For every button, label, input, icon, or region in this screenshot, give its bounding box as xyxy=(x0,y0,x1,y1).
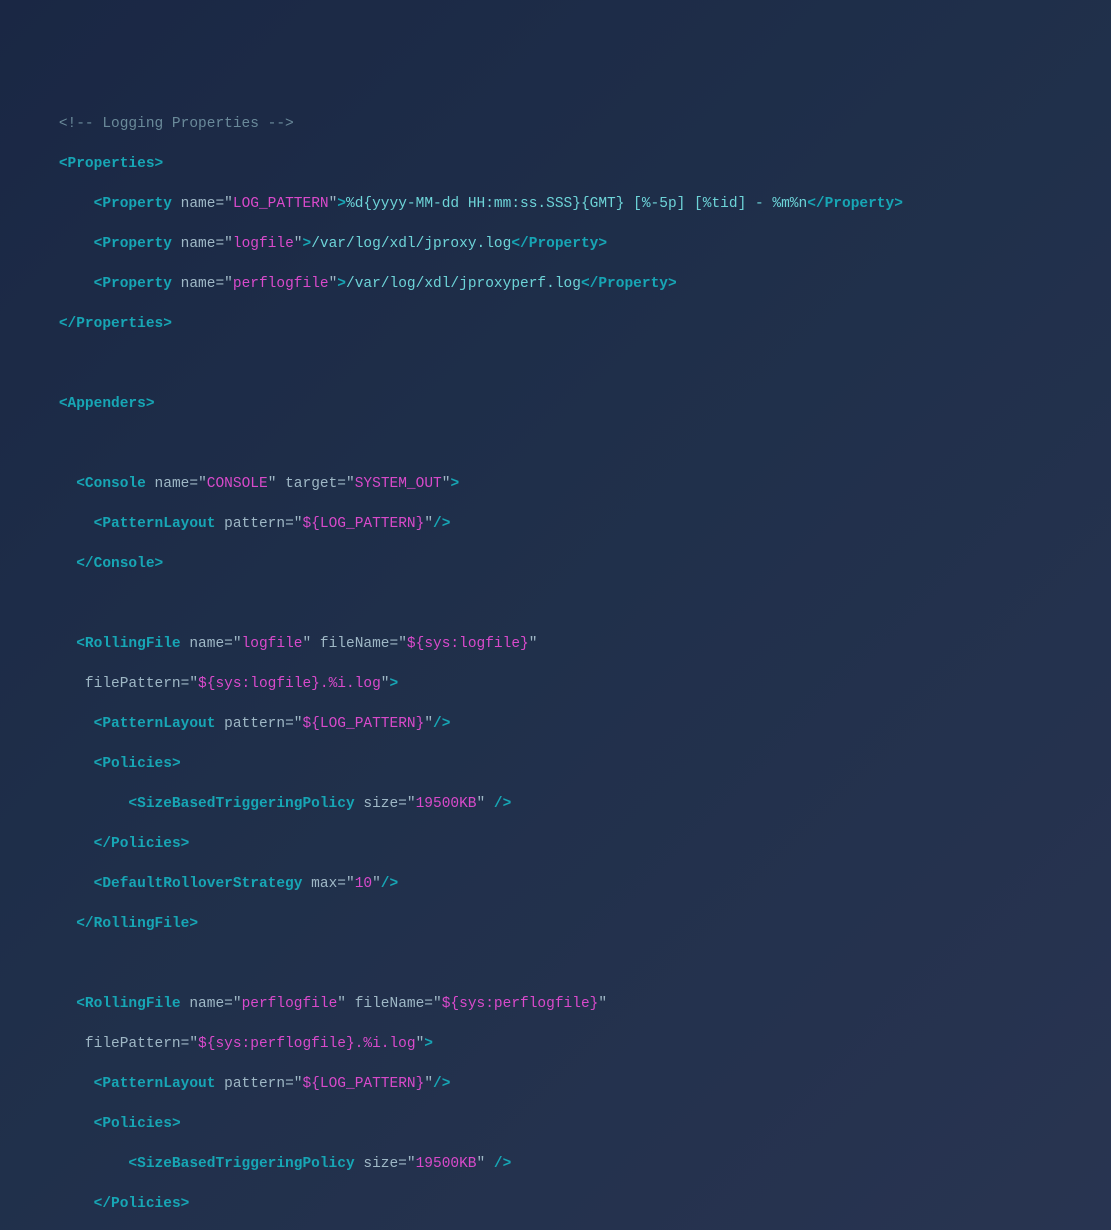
code-line: <Property name="perflogfile">/var/log/xd… xyxy=(24,274,1087,294)
code-line: </RollingFile> xyxy=(24,914,1087,934)
xml-tag-open: <SizeBasedTriggeringPolicy xyxy=(128,796,354,812)
attr-size: size= xyxy=(363,796,407,812)
attr-pattern: pattern= xyxy=(224,1076,294,1092)
attr-value: 19500KB xyxy=(416,1156,477,1172)
blank-line xyxy=(24,594,1087,614)
attr-value: perflogfile xyxy=(242,996,338,1012)
xml-tag-open: <Console xyxy=(76,476,146,492)
xml-tag-open: <RollingFile xyxy=(76,636,180,652)
blank-line xyxy=(24,954,1087,974)
attr-name: name= xyxy=(181,276,225,292)
xml-tag-open: <PatternLayout xyxy=(94,716,216,732)
code-line: <Property name="logfile">/var/log/xdl/jp… xyxy=(24,234,1087,254)
xml-tag-open: <RollingFile xyxy=(76,996,180,1012)
xml-text: /var/log/xdl/jproxyperf.log xyxy=(346,276,581,292)
attr-filename: fileName= xyxy=(320,636,398,652)
code-line: filePattern="${sys:logfile}.%i.log"> xyxy=(24,674,1087,694)
code-line: </Console> xyxy=(24,554,1087,574)
attr-value: SYSTEM_OUT xyxy=(355,476,442,492)
attr-pattern: pattern= xyxy=(224,516,294,532)
code-line: <PatternLayout pattern="${LOG_PATTERN}"/… xyxy=(24,714,1087,734)
attr-value: CONSOLE xyxy=(207,476,268,492)
code-line: <Console name="CONSOLE" target="SYSTEM_O… xyxy=(24,474,1087,494)
xml-text: %d{yyyy-MM-dd HH:mm:ss.SSS}{GMT} [%-5p] … xyxy=(346,196,807,212)
code-line: <SizeBasedTriggeringPolicy size="19500KB… xyxy=(24,794,1087,814)
attr-name: name= xyxy=(189,636,233,652)
attr-filepattern: filePattern= xyxy=(85,1036,189,1052)
code-line: </Policies> xyxy=(24,1194,1087,1214)
attr-size: size= xyxy=(363,1156,407,1172)
xml-tag-close: </Policies> xyxy=(94,836,190,852)
code-line: <Policies> xyxy=(24,1114,1087,1134)
attr-pattern: pattern= xyxy=(224,716,294,732)
xml-tag-close: </RollingFile> xyxy=(76,916,198,932)
attr-value: ${LOG_PATTERN} xyxy=(302,716,424,732)
code-line: <!-- Logging Properties --> xyxy=(24,114,1087,134)
attr-value: ${sys:perflogfile}.%i.log xyxy=(198,1036,416,1052)
attr-value: perflogfile xyxy=(233,276,329,292)
code-line: <Properties> xyxy=(24,154,1087,174)
attr-filename: fileName= xyxy=(355,996,433,1012)
attr-value: ${sys:logfile} xyxy=(407,636,529,652)
xml-tag-open: <PatternLayout xyxy=(94,1076,216,1092)
attr-target: target= xyxy=(285,476,346,492)
code-line: <Property name="LOG_PATTERN">%d{yyyy-MM-… xyxy=(24,194,1087,214)
attr-value: ${LOG_PATTERN} xyxy=(302,1076,424,1092)
xml-tag-open: <Property xyxy=(94,276,172,292)
attr-name: name= xyxy=(155,476,199,492)
attr-value: ${sys:logfile}.%i.log xyxy=(198,676,381,692)
xml-tag-close: </Console> xyxy=(76,556,163,572)
code-line: <PatternLayout pattern="${LOG_PATTERN}"/… xyxy=(24,1074,1087,1094)
xml-tag-close: </Properties> xyxy=(59,316,172,332)
attr-name: name= xyxy=(181,196,225,212)
attr-value: 10 xyxy=(355,876,372,892)
code-line: </Policies> xyxy=(24,834,1087,854)
attr-value: logfile xyxy=(242,636,303,652)
xml-tag-open: <Properties> xyxy=(59,156,163,172)
xml-source: <!-- Logging Properties --> <Properties>… xyxy=(24,94,1087,1230)
attr-name: name= xyxy=(189,996,233,1012)
xml-comment: <!-- Logging Properties --> xyxy=(59,116,294,132)
attr-name: name= xyxy=(181,236,225,252)
xml-tag-close: </Policies> xyxy=(94,1196,190,1212)
xml-tag-close: </Property> xyxy=(511,236,607,252)
attr-value: LOG_PATTERN xyxy=(233,196,329,212)
code-line: <RollingFile name="perflogfile" fileName… xyxy=(24,994,1087,1014)
xml-text: /var/log/xdl/jproxy.log xyxy=(311,236,511,252)
xml-tag-open: <SizeBasedTriggeringPolicy xyxy=(128,1156,354,1172)
code-line: <SizeBasedTriggeringPolicy size="19500KB… xyxy=(24,1154,1087,1174)
xml-tag-open: <Property xyxy=(94,236,172,252)
attr-max: max= xyxy=(311,876,346,892)
attr-value: ${LOG_PATTERN} xyxy=(302,516,424,532)
code-line: filePattern="${sys:perflogfile}.%i.log"> xyxy=(24,1034,1087,1054)
attr-value: 19500KB xyxy=(416,796,477,812)
code-line: <Policies> xyxy=(24,754,1087,774)
code-line: <DefaultRolloverStrategy max="10"/> xyxy=(24,874,1087,894)
xml-tag-open: <Property xyxy=(94,196,172,212)
xml-tag-open: <Policies> xyxy=(94,756,181,772)
blank-line xyxy=(24,354,1087,374)
code-line: <Appenders> xyxy=(24,394,1087,414)
code-line: </Properties> xyxy=(24,314,1087,334)
xml-tag-open: <Policies> xyxy=(94,1116,181,1132)
attr-filepattern: filePattern= xyxy=(85,676,189,692)
xml-tag-close: </Property> xyxy=(581,276,677,292)
attr-value: ${sys:perflogfile} xyxy=(442,996,599,1012)
xml-tag-open: <PatternLayout xyxy=(94,516,216,532)
xml-tag-close: </Property> xyxy=(807,196,903,212)
attr-value: logfile xyxy=(233,236,294,252)
xml-tag-open: <Appenders> xyxy=(59,396,155,412)
code-line: <RollingFile name="logfile" fileName="${… xyxy=(24,634,1087,654)
xml-tag-open: <DefaultRolloverStrategy xyxy=(94,876,303,892)
blank-line xyxy=(24,434,1087,454)
code-line: <PatternLayout pattern="${LOG_PATTERN}"/… xyxy=(24,514,1087,534)
